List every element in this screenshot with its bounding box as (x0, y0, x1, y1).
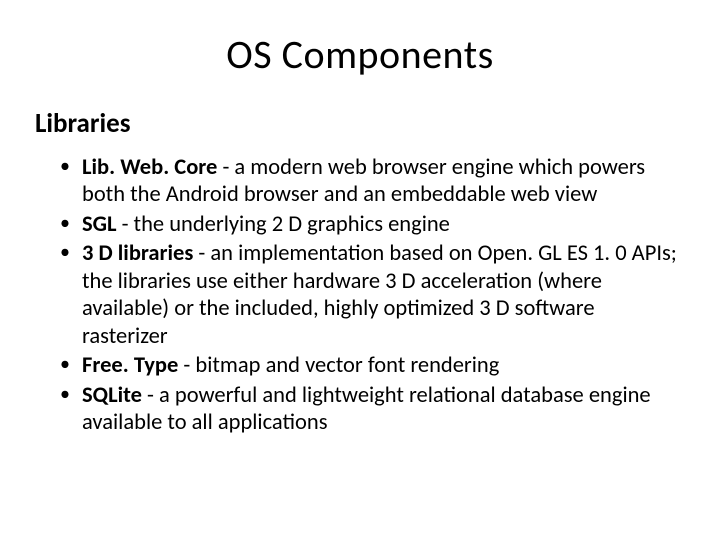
bullet-term: Free. Type (82, 352, 178, 379)
list-item: SQLite - a powerful and lightweight rela… (60, 382, 680, 437)
list-item: Lib. Web. Core - a modern web browser en… (60, 154, 680, 209)
bullet-list: Lib. Web. Core - a modern web browser en… (40, 154, 680, 436)
bullet-desc: - bitmap and vector font rendering (178, 352, 499, 379)
list-item: Free. Type - bitmap and vector font rend… (60, 352, 680, 379)
bullet-term: 3 D libraries (82, 240, 193, 267)
bullet-desc: - a powerful and lightweight relational … (82, 382, 651, 436)
slide-title: OS Components (40, 30, 680, 79)
list-item: 3 D libraries - an implementation based … (60, 240, 680, 350)
bullet-term: SQLite (82, 382, 142, 409)
bullet-term: SGL (82, 211, 117, 238)
list-item: SGL - the underlying 2 D graphics engine (60, 211, 680, 238)
bullet-desc: - the underlying 2 D graphics engine (117, 211, 450, 238)
slide-subtitle: Libraries (35, 107, 680, 140)
bullet-term: Lib. Web. Core (82, 154, 217, 181)
